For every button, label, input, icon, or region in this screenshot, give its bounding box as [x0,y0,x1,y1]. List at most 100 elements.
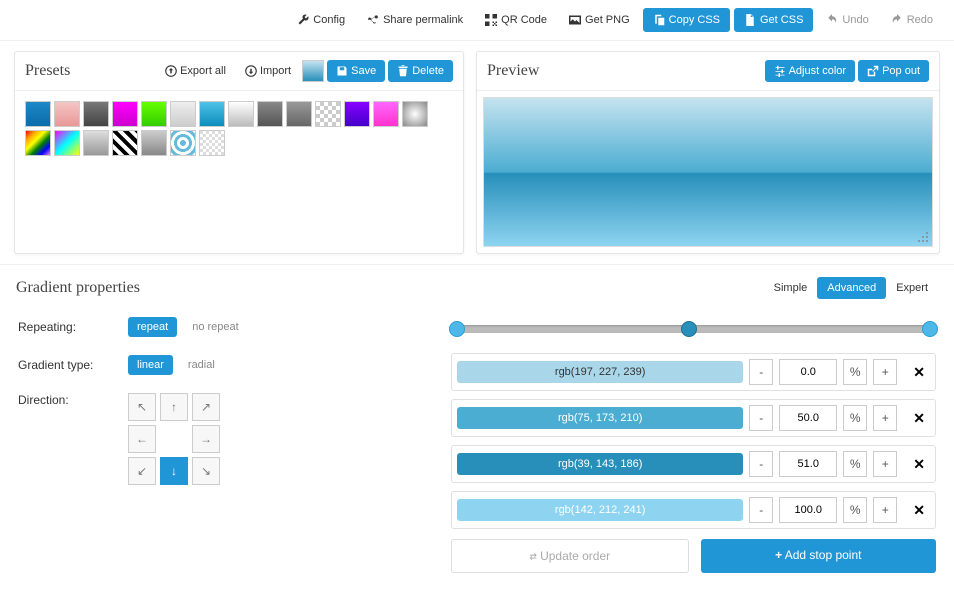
preset-swatch[interactable] [141,101,167,127]
increment-button[interactable]: + [873,405,897,431]
preset-swatch[interactable] [199,130,225,156]
redo-icon [891,14,903,26]
redo-button[interactable]: Redo [882,9,942,31]
increment-button[interactable]: + [873,451,897,477]
repeat-toggle-on[interactable]: repeat [128,317,177,337]
update-label: Update order [540,549,610,563]
repeat-toggle-off[interactable]: no repeat [183,317,247,337]
decrement-button[interactable]: - [749,497,773,523]
remove-stop-button[interactable]: ✕ [913,456,925,473]
update-order-button[interactable]: ⇄ Update order [451,539,688,573]
slider-handle[interactable] [922,321,938,337]
preset-swatch[interactable] [199,101,225,127]
repeating-label: Repeating: [18,320,128,334]
stop-row: rgb(39, 143, 186)-%+ ✕ [451,445,936,483]
dir-nw[interactable]: ↖ [128,393,156,421]
preset-swatch[interactable] [141,130,167,156]
position-input[interactable] [779,359,837,385]
preset-swatch[interactable] [83,101,109,127]
unit-button[interactable]: % [843,497,867,523]
dir-e[interactable]: → [192,425,220,453]
gradient-slider[interactable] [457,325,930,333]
tab-expert[interactable]: Expert [886,277,938,299]
color-value[interactable]: rgb(142, 212, 241) [457,499,743,521]
gtype-label: Gradient type: [18,358,128,372]
unit-button[interactable]: % [843,451,867,477]
stop-row: rgb(197, 227, 239)-%+ ✕ [451,353,936,391]
dir-s[interactable]: ↓ [160,457,188,485]
position-input[interactable] [779,405,837,431]
exportall-button[interactable]: Export all [157,61,234,81]
dir-n[interactable]: ↑ [160,393,188,421]
preset-swatch[interactable] [170,130,196,156]
preset-swatch[interactable] [373,101,399,127]
copycss-button[interactable]: Copy CSS [643,8,730,32]
file-icon [744,14,756,26]
delete-button[interactable]: Delete [388,60,453,82]
preset-swatch[interactable] [344,101,370,127]
preset-swatch[interactable] [25,101,51,127]
increment-button[interactable]: + [873,497,897,523]
tab-advanced[interactable]: Advanced [817,277,886,299]
dir-sw[interactable]: ↙ [128,457,156,485]
save-button[interactable]: Save [327,60,385,82]
png-button[interactable]: Get PNG [560,9,639,31]
slider-handle[interactable] [681,321,697,337]
sliders-icon [774,65,786,77]
preset-swatch[interactable] [25,130,51,156]
dir-ne[interactable]: ↗ [192,393,220,421]
exportall-label: Export all [180,65,226,77]
copycss-label: Copy CSS [669,14,720,26]
dir-w[interactable]: ← [128,425,156,453]
remove-stop-button[interactable]: ✕ [913,410,925,427]
png-label: Get PNG [585,14,630,26]
preset-swatch[interactable] [112,130,138,156]
remove-stop-button[interactable]: ✕ [913,502,925,519]
save-label: Save [351,65,376,77]
remove-stop-button[interactable]: ✕ [913,364,925,381]
popout-button[interactable]: Pop out [858,60,929,82]
radial-toggle[interactable]: radial [179,355,224,375]
preset-swatch[interactable] [315,101,341,127]
preset-swatch[interactable] [257,101,283,127]
preset-swatch[interactable] [228,101,254,127]
decrement-button[interactable]: - [749,359,773,385]
trash-icon [397,65,409,77]
slider-handle[interactable] [449,321,465,337]
color-value[interactable]: rgb(197, 227, 239) [457,361,743,383]
preset-swatch[interactable] [54,101,80,127]
current-preset-swatch[interactable] [302,60,324,82]
undo-label: Undo [842,14,868,26]
add-stop-button[interactable]: + Add stop point [701,539,936,573]
unit-button[interactable]: % [843,405,867,431]
tab-simple[interactable]: Simple [764,277,818,299]
preset-swatch[interactable] [112,101,138,127]
decrement-button[interactable]: - [749,405,773,431]
presets-panel: Presets Export all Import Save Delete [14,51,464,254]
config-button[interactable]: Config [288,9,354,31]
decrement-button[interactable]: - [749,451,773,477]
preset-swatch[interactable] [402,101,428,127]
dir-se[interactable]: ↘ [192,457,220,485]
tabs: Simple Advanced Expert [764,277,938,299]
position-input[interactable] [779,451,837,477]
resize-handle-icon[interactable] [917,231,929,243]
getcss-button[interactable]: Get CSS [734,8,813,32]
color-value[interactable]: rgb(39, 143, 186) [457,453,743,475]
undo-button[interactable]: Undo [817,9,877,31]
preset-swatch[interactable] [54,130,80,156]
color-value[interactable]: rgb(75, 173, 210) [457,407,743,429]
adjust-color-button[interactable]: Adjust color [765,60,855,82]
import-button[interactable]: Import [237,61,299,81]
share-icon [367,14,379,26]
linear-toggle[interactable]: linear [128,355,173,375]
share-button[interactable]: Share permalink [358,9,472,31]
position-input[interactable] [779,497,837,523]
qr-button[interactable]: QR Code [476,9,556,31]
unit-button[interactable]: % [843,359,867,385]
topbar: Config Share permalink QR Code Get PNG C… [0,0,954,41]
increment-button[interactable]: + [873,359,897,385]
preset-swatch[interactable] [286,101,312,127]
preset-swatch[interactable] [83,130,109,156]
preset-swatch[interactable] [170,101,196,127]
